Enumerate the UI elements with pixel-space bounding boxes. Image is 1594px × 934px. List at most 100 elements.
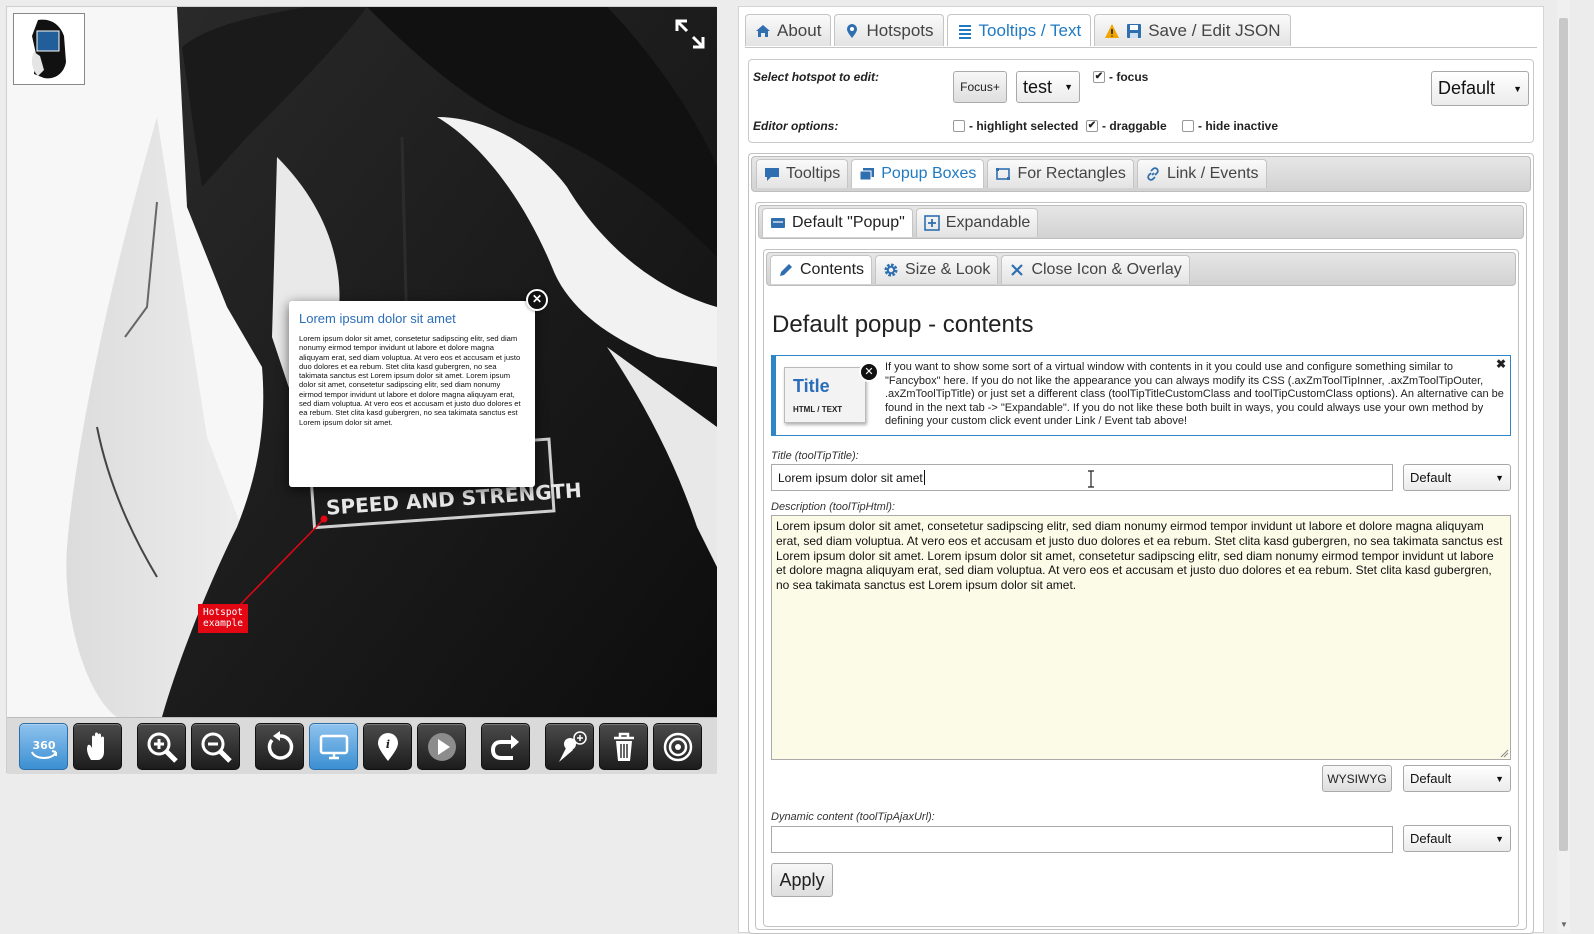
zoom-out-button[interactable]	[191, 723, 240, 770]
dismiss-info-icon[interactable]: ✖	[1496, 357, 1506, 371]
popup-tabs: Default "Popup" Expandable	[762, 208, 1039, 237]
tab-expandable[interactable]: Expandable	[915, 208, 1039, 237]
highlight-check-label: - highlight selected	[969, 119, 1079, 133]
draggable-checkbox[interactable]: ✔ - draggable	[1086, 119, 1167, 133]
comment-icon	[765, 168, 779, 181]
svg-text:360: 360	[33, 739, 56, 752]
tab-save-edit-json[interactable]: Save / Edit JSON	[1094, 14, 1291, 46]
focus-checkbox[interactable]: ✔ - focus	[1093, 70, 1148, 84]
tab-popup-boxes[interactable]: Popup Boxes	[851, 159, 985, 188]
image-viewer: SPEED AND STRENGTH Lorem ipsum dolor sit…	[6, 6, 717, 774]
play-button[interactable]	[417, 723, 466, 770]
pan-button[interactable]	[73, 723, 122, 770]
reset-button[interactable]	[255, 723, 304, 770]
tab-for-rectangles-label: For Rectangles	[1017, 165, 1126, 182]
draggable-check-box[interactable]: ✔	[1086, 120, 1098, 132]
tab-tooltips-text[interactable]: Tooltips / Text	[946, 14, 1092, 46]
hotspot-preset-select[interactable]: Default ▼	[1431, 71, 1529, 106]
map-pin-info-icon: i	[378, 733, 398, 761]
hide-inactive-checkbox[interactable]: - hide inactive	[1182, 119, 1278, 133]
tab-size-look-label: Size & Look	[905, 261, 991, 278]
focus-check-box[interactable]: ✔	[1093, 71, 1105, 83]
tooltip-popup: Lorem ipsum dolor sit amet Lorem ipsum d…	[289, 289, 548, 487]
dynamic-preset-select[interactable]: Default ▼	[1403, 825, 1511, 852]
description-field-label: Description (toolTipHtml):	[771, 501, 895, 513]
hotspot-marker[interactable]: Hotspot example	[198, 604, 248, 633]
highlight-check-box[interactable]	[953, 120, 965, 132]
text-cursor	[923, 470, 925, 485]
section-heading: Default popup - contents	[772, 311, 1034, 338]
chevron-down-icon: ▼	[1495, 833, 1504, 844]
image-thumbnail[interactable]	[13, 13, 85, 85]
hide-inactive-check-label: - hide inactive	[1198, 119, 1279, 133]
content-tabs: Contents Size & Look Close Icon & Overla…	[770, 255, 1190, 284]
svg-text:i: i	[386, 738, 390, 751]
zoom-in-icon	[147, 732, 178, 763]
chevron-down-icon: ▼	[1513, 83, 1522, 94]
target-icon	[663, 732, 693, 762]
tab-expandable-label: Expandable	[945, 214, 1031, 231]
link-icon	[1147, 167, 1159, 181]
target-button[interactable]	[653, 723, 702, 770]
reset-icon	[267, 731, 294, 760]
apply-button[interactable]: Apply	[771, 863, 833, 897]
tab-for-rectangles[interactable]: For Rectangles	[987, 159, 1134, 188]
hide-inactive-check-box[interactable]	[1182, 120, 1194, 132]
description-textarea[interactable]: Lorem ipsum dolor sit amet, consetetur s…	[771, 515, 1511, 760]
hotspot-select[interactable]: test ▼	[1016, 71, 1080, 103]
viewer-stage[interactable]: SPEED AND STRENGTH Lorem ipsum dolor sit…	[7, 7, 717, 717]
gear-icon	[884, 263, 898, 277]
info-thumb-sub: HTML / TEXT	[793, 405, 843, 414]
expand-icon[interactable]	[673, 17, 707, 51]
resize-grip-icon[interactable]	[1500, 749, 1509, 758]
tab-default-popup-label: Default "Popup"	[792, 214, 905, 231]
info-thumbnail: Title HTML / TEXT ✕	[784, 362, 879, 423]
dynamic-content-input[interactable]	[771, 826, 1393, 853]
popup-icon	[859, 168, 875, 181]
page-scrollbar[interactable]: ▼	[1557, 0, 1570, 933]
select-hotspot-label: Select hotspot to edit:	[753, 70, 879, 84]
hotspot-info-button[interactable]: i	[363, 723, 412, 770]
tab-default-popup[interactable]: Default "Popup"	[762, 208, 913, 237]
zoom-out-icon	[201, 732, 232, 763]
redo-button[interactable]	[481, 723, 530, 770]
title-input[interactable]: Lorem ipsum dolor sit amet	[771, 464, 1393, 491]
360-icon: 360	[31, 739, 57, 759]
tab-contents[interactable]: Contents	[770, 255, 873, 284]
tab-size-look[interactable]: Size & Look	[875, 255, 999, 284]
scroll-down-icon[interactable]: ▼	[1560, 920, 1568, 929]
fullscreen-view-button[interactable]	[309, 723, 358, 770]
tab-hotspots[interactable]: Hotspots	[834, 14, 944, 46]
tab-hotspots-label: Hotspots	[866, 20, 934, 40]
dynamic-content-label: Dynamic content (toolTipAjaxUrl):	[771, 811, 935, 823]
tab-close-icon-overlay[interactable]: Close Icon & Overlay	[1001, 255, 1190, 284]
delete-button[interactable]	[599, 723, 648, 770]
play-icon	[428, 733, 456, 761]
wysiwyg-button[interactable]: WYSIWYG	[1322, 765, 1392, 792]
info-box: Title HTML / TEXT ✕ If you want to show …	[771, 355, 1511, 436]
popup-close-icon[interactable]: ✕	[526, 289, 548, 311]
highlight-selected-checkbox[interactable]: - highlight selected	[953, 119, 1078, 133]
tab-link-events[interactable]: Link / Events	[1136, 159, 1267, 188]
spin-360-button[interactable]: 360	[19, 723, 68, 770]
hotspot-preset-value: Default	[1438, 78, 1496, 98]
info-text: If you want to show some sort of a virtu…	[885, 361, 1504, 428]
tab-about[interactable]: About	[745, 14, 832, 46]
title-preset-select[interactable]: Default ▼	[1403, 464, 1511, 491]
chevron-down-icon: ▼	[1495, 773, 1504, 784]
tab-tooltips[interactable]: Tooltips	[756, 159, 849, 188]
pencil-icon	[780, 264, 792, 276]
chevron-down-icon: ▼	[1064, 82, 1073, 92]
redo-icon	[490, 735, 519, 760]
focus-plus-button[interactable]: Focus+	[953, 71, 1007, 103]
add-hotspot-button[interactable]	[545, 723, 594, 770]
warning-icon	[1105, 23, 1120, 38]
scrollbar-thumb[interactable]	[1559, 18, 1568, 851]
zoom-in-button[interactable]	[137, 723, 186, 770]
rectangle-icon	[996, 168, 1011, 180]
tab-save-edit-json-label: Save / Edit JSON	[1148, 20, 1281, 40]
description-preset-select[interactable]: Default ▼	[1403, 765, 1511, 792]
viewer-toolbar: 360 i	[7, 717, 717, 774]
tab-link-events-label: Link / Events	[1166, 165, 1259, 182]
hotspot-select-panel: Select hotspot to edit: Focus+ test ▼ ✔ …	[748, 59, 1534, 143]
